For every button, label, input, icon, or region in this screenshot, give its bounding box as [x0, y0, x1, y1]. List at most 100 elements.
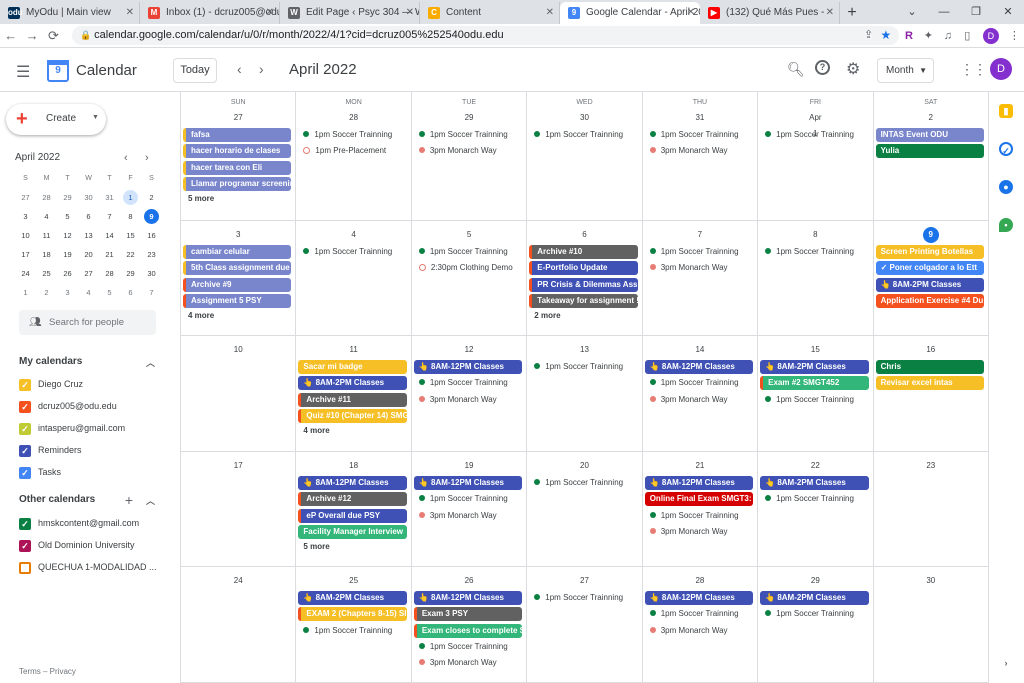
day-number[interactable]: 24 — [181, 573, 295, 589]
more-events-link[interactable]: 5 more — [303, 542, 329, 551]
event-chip[interactable]: fafsa — [183, 128, 292, 142]
event-chip[interactable]: eP Overall due PSY — [298, 508, 407, 523]
calendar-list-item[interactable]: QUECHUA 1-MODALIDAD ... — [19, 559, 159, 577]
contacts-icon[interactable]: ● — [999, 180, 1013, 194]
day-cell[interactable]: 11 Sacar mi badge 👆 8AM-2PM Classes Archive… — [296, 336, 412, 452]
day-cell[interactable]: 6 Archive #10 E-Portfolio Update PR Crisis … — [527, 221, 643, 336]
mini-day[interactable]: 16 — [141, 226, 162, 245]
more-menu-icon[interactable]: ⋮ — [1005, 29, 1024, 42]
day-number[interactable]: 11 — [296, 342, 410, 358]
help-icon[interactable]: ? — [815, 60, 830, 75]
event-item[interactable]: 1pm Soccer Trainning — [645, 607, 753, 621]
mini-day[interactable]: 28 — [36, 188, 57, 207]
mini-day[interactable]: 20 — [78, 245, 99, 264]
event-chip[interactable]: Exam closes to complete S — [413, 623, 523, 638]
event-chip[interactable]: 👆 8AM-12PM Classes — [644, 591, 754, 605]
forward-button[interactable]: → — [21, 28, 42, 43]
day-cell[interactable]: SAT 2 INTAS Event ODU Yulia — [873, 92, 989, 221]
event-chip[interactable]: 5th Class assignment due — [183, 261, 292, 276]
event-item[interactable]: 3pm Monarch Way — [645, 393, 753, 407]
event-item[interactable]: 1pm Soccer Trainning — [760, 245, 868, 259]
mini-day[interactable]: 4 — [78, 283, 99, 302]
more-events-link[interactable]: 4 more — [188, 311, 214, 320]
event-chip[interactable]: Quiz #10 (Chapter 14) SMG — [298, 408, 407, 423]
day-cell[interactable]: WED 30 1pm Soccer Trainning — [527, 92, 643, 221]
event-chip[interactable]: Archive #9 — [183, 277, 292, 292]
my-calendars-header[interactable]: My calendars ︿ — [19, 356, 159, 369]
mini-day[interactable]: 23 — [141, 245, 162, 264]
browser-tab[interactable]: odu MyOdu | Main view ✕ — [0, 2, 140, 24]
day-cell[interactable]: 10 — [181, 336, 297, 452]
event-chip[interactable]: Archive #10 — [529, 245, 638, 259]
day-number[interactable]: 20 — [527, 458, 641, 474]
event-chip[interactable]: Revisar excel intas — [875, 376, 984, 391]
mini-day[interactable]: 12 — [57, 226, 78, 245]
day-cell[interactable]: 29 👆 8AM-2PM Classes 1pm Soccer Trainning — [758, 567, 874, 683]
mini-day[interactable]: 28 — [99, 264, 120, 283]
browser-tab[interactable]: 9 Google Calendar - April 20 ✕ — [560, 2, 700, 24]
checkbox-icon[interactable]: ✓ — [19, 423, 31, 435]
day-cell[interactable]: 7 1pm Soccer Trainning 3pm Monarch Way — [642, 221, 759, 336]
mini-day[interactable]: 24 — [15, 264, 36, 283]
event-item[interactable]: 1pm Soccer Trainning — [414, 128, 522, 142]
mini-day[interactable]: 1 — [120, 188, 141, 207]
day-cell[interactable]: MON 28 1pm Soccer Trainning 1pm Pre-Placeme… — [296, 92, 412, 221]
media-icon[interactable]: ♫ — [938, 30, 957, 42]
day-cell[interactable]: 15 👆 8AM-2PM Classes Exam #2 SMGT452 1pm So… — [758, 336, 874, 452]
day-number[interactable]: 26 — [412, 573, 526, 589]
bookmark-star-icon[interactable]: ★ — [880, 26, 891, 45]
day-number[interactable]: 17 — [181, 458, 295, 474]
more-events-link[interactable]: 5 more — [188, 194, 214, 203]
event-chip[interactable]: Online Final Exam SMGT3: — [644, 492, 754, 507]
search-icon[interactable]: 🔍︎ — [787, 61, 805, 78]
restore-button[interactable]: ❐ — [960, 0, 992, 24]
day-number[interactable]: 5 — [412, 227, 526, 243]
mini-day[interactable]: 6 — [120, 283, 141, 302]
mini-day[interactable]: 30 — [78, 188, 99, 207]
day-cell[interactable]: 21 👆 8AM-12PM Classes Online Final Exam SM… — [642, 452, 759, 567]
back-button[interactable]: ← — [0, 28, 21, 43]
day-cell[interactable]: 19 👆 8AM-12PM Classes 1pm Soccer Trainning… — [411, 452, 528, 567]
mini-day[interactable]: 26 — [57, 264, 78, 283]
event-chip[interactable]: cambiar celular — [183, 245, 292, 259]
day-number[interactable]: 21 — [643, 458, 757, 474]
calendar-list-item[interactable]: ✓ Diego Cruz — [19, 376, 159, 394]
event-item[interactable]: 1pm Soccer Trainning — [529, 360, 637, 374]
event-chip[interactable]: 👆 8AM-12PM Classes — [298, 476, 407, 490]
event-chip[interactable]: Sacar mi badge — [298, 360, 407, 374]
event-chip[interactable]: Screen Printing Botellas — [875, 245, 984, 259]
day-cell[interactable]: 18 👆 8AM-12PM Classes Archive #12 eP Overal… — [296, 452, 412, 567]
day-cell[interactable]: 17 — [181, 452, 297, 567]
event-item[interactable]: 3pm Monarch Way — [414, 656, 522, 670]
day-cell[interactable]: 14 👆 8AM-12PM Classes 1pm Soccer Trainning… — [642, 336, 759, 452]
chevron-up-icon[interactable]: ︿ — [146, 356, 155, 369]
mini-day[interactable]: 7 — [99, 207, 120, 226]
day-cell[interactable]: 22 👆 8AM-2PM Classes 1pm Soccer Trainning — [758, 452, 874, 567]
event-chip[interactable]: hacer horario de clases — [183, 144, 292, 159]
event-chip[interactable]: INTAS Event ODU — [875, 128, 984, 142]
day-cell[interactable]: THU 31 1pm Soccer Trainning 3pm Monarch Way — [642, 92, 759, 221]
event-item[interactable]: 3pm Monarch Way — [645, 144, 753, 158]
day-cell[interactable]: 20 1pm Soccer Trainning — [527, 452, 643, 567]
keep-icon[interactable]: ▮ — [999, 104, 1013, 118]
day-cell[interactable]: 5 1pm Soccer Trainning 2:30pm Clothing Dem… — [411, 221, 528, 336]
event-item[interactable]: 1pm Soccer Trainning — [760, 607, 868, 621]
mini-day[interactable]: 4 — [36, 207, 57, 226]
expand-panel-icon[interactable]: › — [999, 656, 1013, 670]
day-number[interactable]: 27 — [181, 110, 295, 126]
event-chip[interactable]: 👆 8AM-2PM Classes — [760, 360, 869, 374]
event-chip[interactable]: Archive #11 — [298, 392, 407, 407]
mini-day[interactable]: 27 — [78, 264, 99, 283]
day-number[interactable]: 16 — [874, 342, 988, 358]
event-chip[interactable]: Yulia — [875, 144, 984, 159]
event-item[interactable]: 1pm Soccer Trainning — [414, 492, 522, 506]
day-cell[interactable]: 28 👆 8AM-12PM Classes 1pm Soccer Trainning… — [642, 567, 759, 683]
day-number[interactable]: 23 — [874, 458, 988, 474]
checkbox-icon[interactable] — [19, 562, 31, 574]
day-cell[interactable]: 13 1pm Soccer Trainning — [527, 336, 643, 452]
event-chip[interactable]: E-Portfolio Update — [529, 261, 638, 276]
mini-day[interactable]: 6 — [78, 207, 99, 226]
event-chip[interactable]: hacer tarea con Eli — [183, 160, 292, 175]
day-number[interactable]: 30 — [874, 573, 988, 589]
mini-day[interactable]: 30 — [141, 264, 162, 283]
